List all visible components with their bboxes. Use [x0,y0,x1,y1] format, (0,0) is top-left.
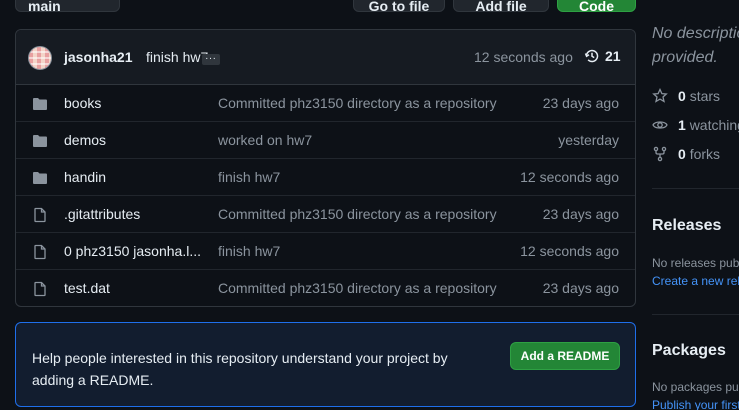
file-commit-message[interactable]: Committed phz3150 directory as a reposit… [218,280,497,296]
file-commit-age: yesterday [558,132,619,148]
file-name-link[interactable]: test.dat [64,280,204,296]
file-commit-message[interactable]: Committed phz3150 directory as a reposit… [218,95,497,111]
commit-message[interactable]: finish hw7 [146,49,208,65]
about-sidebar: No descriptio provided. 0 stars 1 watchi… [652,0,739,410]
file-commit-message[interactable]: finish hw7 [218,169,280,185]
add-file-button[interactable]: Add file [453,0,549,12]
about-description: No descriptio provided. [652,22,739,70]
folder-icon [32,96,48,112]
history-icon [584,48,600,64]
file-commit-age: 23 days ago [542,206,619,222]
file-commit-message[interactable]: worked on hw7 [218,132,312,148]
forks-label: forks [689,146,721,162]
star-icon [652,88,668,104]
fork-icon [652,146,668,162]
packages-empty-text: No packages pub [652,380,739,394]
folder-icon [32,170,48,186]
go-to-file-label: Go to file [368,0,430,12]
file-row[interactable]: books Committed phz3150 directory as a re… [16,85,635,122]
add-file-label: Add file [475,0,527,12]
file-row[interactable]: handin finish hw7 12 seconds ago [16,159,635,196]
commit-author[interactable]: jasonha21 [64,49,132,65]
file-commit-age: 23 days ago [542,280,619,296]
file-row[interactable]: 0 phz3150 jasonha.l... finish hw7 12 secon… [16,233,635,270]
file-icon [32,281,48,297]
code-label: Code [579,0,614,12]
file-commit-message[interactable]: Committed phz3150 directory as a reposit… [218,206,497,222]
branch-label: main [28,0,61,12]
readme-banner: Help people interested in this repositor… [15,322,636,407]
forks-link[interactable]: 0 forks [652,146,720,162]
file-commit-age: 12 seconds ago [520,243,619,259]
file-row[interactable]: .gitattributes Committed phz3150 director… [16,196,635,233]
sidebar-divider [652,188,739,189]
file-name-link[interactable]: handin [64,169,204,185]
readme-prompt-text: Help people interested in this repositor… [32,350,448,388]
add-readme-button[interactable]: Add a README [510,342,620,370]
file-name-link[interactable]: demos [64,132,204,148]
avatar[interactable] [28,46,52,70]
file-icon [32,207,48,223]
commit-expand-button[interactable]: ... [202,52,220,65]
publish-package-link[interactable]: Publish your first [652,398,739,410]
forks-count: 0 [678,146,686,162]
stars-count: 0 [678,88,686,104]
releases-heading[interactable]: Releases [652,217,721,235]
file-row[interactable]: test.dat Committed phz3150 directory as a… [16,270,635,306]
stars-link[interactable]: 0 stars [652,88,720,104]
file-icon [32,244,48,260]
branch-select-button[interactable]: main [15,0,120,12]
file-name-link[interactable]: .gitattributes [64,206,204,222]
file-row[interactable]: demos worked on hw7 yesterday [16,122,635,159]
file-commit-age: 23 days ago [542,95,619,111]
about-line-2: provided. [652,49,718,66]
file-commit-age: 12 seconds ago [520,169,619,185]
releases-empty-text: No releases publ [652,256,739,270]
code-button[interactable]: Code [557,0,636,12]
latest-commit-header: jasonha21 finish hw7 ... 12 seconds ago … [16,30,635,85]
watching-label: watching [689,117,739,133]
stars-label: stars [689,88,721,104]
watching-link[interactable]: 1 watching [652,117,739,133]
file-name-link[interactable]: 0 phz3150 jasonha.l... [64,243,204,259]
folder-icon [32,133,48,149]
file-list-box: jasonha21 finish hw7 ... 12 seconds ago … [15,29,636,307]
file-commit-message[interactable]: finish hw7 [218,243,280,259]
commit-count: 21 [605,48,621,64]
eye-icon [652,117,668,133]
commit-time: 12 seconds ago [474,49,573,65]
commit-history-link[interactable]: 21 [584,48,621,64]
create-release-link[interactable]: Create a new rele [652,274,739,288]
go-to-file-button[interactable]: Go to file [353,0,445,12]
packages-heading[interactable]: Packages [652,342,726,360]
about-line-1: No descriptio [652,25,739,42]
sidebar-divider [652,314,739,315]
watching-count: 1 [678,117,686,133]
file-name-link[interactable]: books [64,95,204,111]
